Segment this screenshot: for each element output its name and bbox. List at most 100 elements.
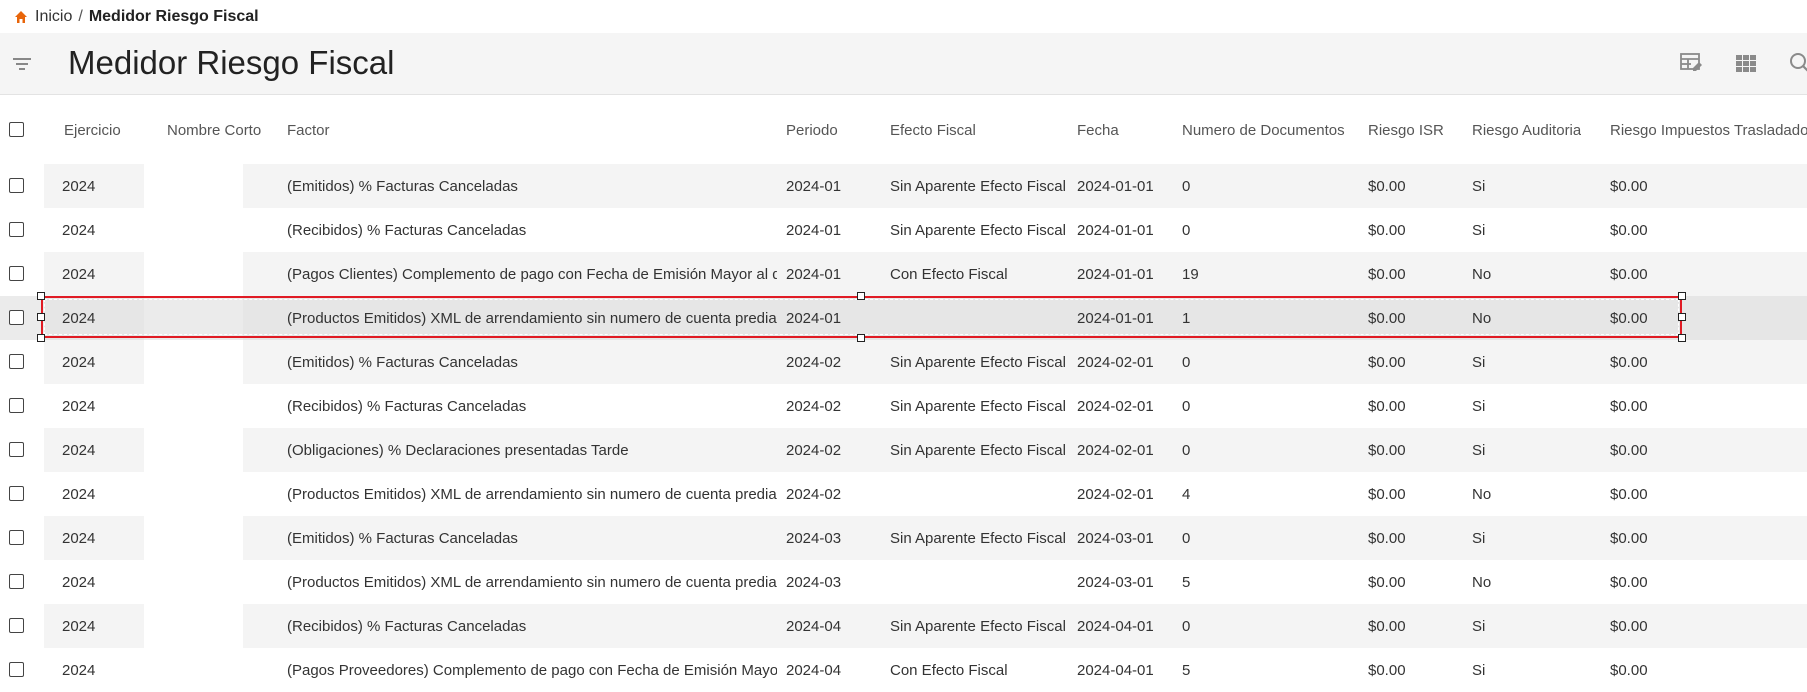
col-riesgo-auditoria-cell: Si — [1472, 353, 1486, 371]
col-numero-documentos-cell: 0 — [1182, 221, 1191, 239]
row-checkbox[interactable] — [9, 266, 24, 281]
table-row[interactable]: 2024 (Productos Emitidos) XML de arrendam… — [0, 296, 1807, 340]
col-factor-cell: (Recibidos) % Facturas Canceladas — [287, 221, 527, 239]
col-riesgo-impuestos-cell: $0.00 — [1610, 353, 1648, 371]
col-ejercicio-cell: 2024 — [62, 309, 96, 327]
table-row[interactable]: 2024 (Productos Emitidos) XML de arrendam… — [0, 472, 1807, 516]
col-periodo-cell: 2024-02 — [786, 397, 842, 415]
col-ejercicio-cell: 2024 — [62, 485, 96, 503]
col-ejercicio-cell: 2024 — [62, 397, 96, 415]
col-riesgo-auditoria-cell: No — [1472, 573, 1492, 591]
col-riesgo-isr-cell: $0.00 — [1368, 265, 1406, 283]
col-nombre-corto-header[interactable]: Nombre Corto — [167, 108, 261, 152]
col-efecto-fiscal-header[interactable]: Efecto Fiscal — [890, 108, 976, 152]
search-icon[interactable] — [1788, 51, 1807, 75]
col-riesgo-impuestos-cell: $0.00 — [1610, 441, 1648, 459]
col-factor-cell: (Emitidos) % Facturas Canceladas — [287, 529, 518, 547]
col-numero-documentos-cell: 1 — [1182, 309, 1191, 327]
select-all-checkbox[interactable] — [9, 122, 24, 137]
col-fecha-cell: 2024-02-01 — [1077, 353, 1154, 371]
col-fecha-cell: 2024-03-01 — [1077, 573, 1154, 591]
table-row[interactable]: 2024 (Emitidos) % Facturas Canceladas 2024… — [0, 164, 1807, 208]
col-riesgo-impuestos-cell: $0.00 — [1610, 617, 1648, 635]
col-efecto-fiscal-cell: Sin Aparente Efecto Fiscal — [890, 221, 1066, 239]
page-header: Medidor Riesgo Fiscal — [0, 33, 1807, 95]
breadcrumb-home-link[interactable]: Inicio — [35, 8, 72, 26]
col-numero-documentos-cell: 19 — [1182, 265, 1199, 283]
col-fecha-cell: 2024-01-01 — [1077, 177, 1154, 195]
col-ejercicio-cell: 2024 — [62, 265, 96, 283]
col-ejercicio-cell: 2024 — [62, 617, 96, 635]
col-factor-cell: (Emitidos) % Facturas Canceladas — [287, 177, 518, 195]
col-riesgo-impuestos-cell: $0.00 — [1610, 397, 1648, 415]
col-ejercicio-cell: 2024 — [62, 441, 96, 459]
row-checkbox[interactable] — [9, 530, 24, 545]
edit-table-icon[interactable] — [1679, 51, 1703, 75]
col-riesgo-isr-header[interactable]: Riesgo ISR — [1368, 108, 1444, 152]
col-efecto-fiscal-cell: Sin Aparente Efecto Fiscal — [890, 397, 1066, 415]
col-fecha-cell: 2024-01-01 — [1077, 221, 1154, 239]
col-ejercicio-header[interactable]: Ejercicio — [64, 108, 121, 152]
col-numero-documentos-cell: 0 — [1182, 353, 1191, 371]
col-numero-documentos-cell: 0 — [1182, 529, 1191, 547]
col-factor-header[interactable]: Factor — [287, 108, 330, 152]
col-fecha-cell: 2024-01-01 — [1077, 309, 1154, 327]
col-riesgo-isr-cell: $0.00 — [1368, 177, 1406, 195]
col-periodo-cell: 2024-04 — [786, 617, 842, 635]
col-riesgo-auditoria-cell: No — [1472, 485, 1492, 503]
col-periodo-cell: 2024-01 — [786, 221, 842, 239]
breadcrumb: Inicio / Medidor Riesgo Fiscal — [14, 6, 259, 28]
row-checkbox[interactable] — [9, 398, 24, 413]
col-riesgo-auditoria-cell: No — [1472, 265, 1492, 283]
col-numero-documentos-cell: 4 — [1182, 485, 1191, 503]
filter-icon[interactable] — [12, 54, 32, 74]
col-riesgo-impuestos-cell: $0.00 — [1610, 661, 1648, 679]
col-riesgo-auditoria-header[interactable]: Riesgo Auditoria — [1472, 108, 1581, 152]
col-efecto-fiscal-cell: Sin Aparente Efecto Fiscal — [890, 529, 1066, 547]
col-factor-cell: (Emitidos) % Facturas Canceladas — [287, 353, 518, 371]
row-checkbox[interactable] — [9, 222, 24, 237]
table-row[interactable]: 2024 (Pagos Clientes) Complemento de pago… — [0, 252, 1807, 296]
col-fecha-cell: 2024-03-01 — [1077, 529, 1154, 547]
col-numero-documentos-cell: 0 — [1182, 177, 1191, 195]
table-row[interactable]: 2024 (Productos Emitidos) XML de arrendam… — [0, 560, 1807, 604]
table-row[interactable]: 2024 (Emitidos) % Facturas Canceladas 2024… — [0, 340, 1807, 384]
col-riesgo-isr-cell: $0.00 — [1368, 485, 1406, 503]
col-fecha-header[interactable]: Fecha — [1077, 108, 1119, 152]
row-checkbox[interactable] — [9, 178, 24, 193]
col-riesgo-impuestos-cell: $0.00 — [1610, 309, 1648, 327]
row-checkbox[interactable] — [9, 618, 24, 633]
row-checkbox[interactable] — [9, 442, 24, 457]
row-checkbox[interactable] — [9, 662, 24, 677]
col-riesgo-isr-cell: $0.00 — [1368, 573, 1406, 591]
table-row[interactable]: 2024 (Obligaciones) % Declaraciones prese… — [0, 428, 1807, 472]
col-riesgo-impuestos-header[interactable]: Riesgo Impuestos Trasladados — [1610, 108, 1807, 152]
col-ejercicio-cell: 2024 — [62, 573, 96, 591]
row-checkbox[interactable] — [9, 310, 24, 325]
table-row[interactable]: 2024 (Recibidos) % Facturas Canceladas 202… — [0, 384, 1807, 428]
col-fecha-cell: 2024-04-01 — [1077, 661, 1154, 679]
col-efecto-fiscal-cell: Con Efecto Fiscal — [890, 265, 1008, 283]
col-ejercicio-cell: 2024 — [62, 221, 96, 239]
col-periodo-header[interactable]: Periodo — [786, 108, 838, 152]
table-row[interactable]: 2024 (Pagos Proveedores) Complemento de p… — [0, 648, 1807, 692]
row-checkbox[interactable] — [9, 486, 24, 501]
home-icon[interactable] — [14, 10, 28, 24]
grid-view-icon[interactable] — [1734, 51, 1758, 75]
table-row[interactable]: 2024 (Emitidos) % Facturas Canceladas 2024… — [0, 516, 1807, 560]
col-numero-documentos-header[interactable]: Numero de Documentos — [1182, 108, 1345, 152]
col-riesgo-auditoria-cell: Si — [1472, 661, 1486, 679]
table-row[interactable]: 2024 (Recibidos) % Facturas Canceladas 202… — [0, 604, 1807, 648]
col-periodo-cell: 2024-02 — [786, 353, 842, 371]
col-riesgo-isr-cell: $0.00 — [1368, 397, 1406, 415]
col-ejercicio-cell: 2024 — [62, 353, 96, 371]
col-riesgo-isr-cell: $0.00 — [1368, 441, 1406, 459]
col-riesgo-auditoria-cell: Si — [1472, 441, 1486, 459]
col-riesgo-impuestos-cell: $0.00 — [1610, 529, 1648, 547]
row-checkbox[interactable] — [9, 354, 24, 369]
table-row[interactable]: 2024 (Recibidos) % Facturas Canceladas 202… — [0, 208, 1807, 252]
table-header-row: Ejercicio Nombre Corto Factor Periodo Efecto… — [0, 108, 1807, 152]
col-factor-cell: (Productos Emitidos) XML de arrendamient… — [287, 309, 777, 327]
row-checkbox[interactable] — [9, 574, 24, 589]
col-fecha-cell: 2024-02-01 — [1077, 485, 1154, 503]
